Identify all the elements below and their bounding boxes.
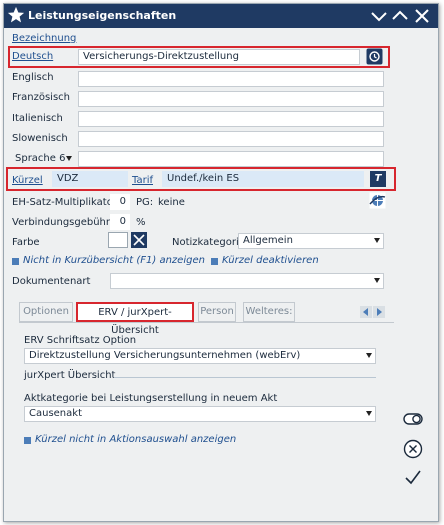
pg-label: PG: [136,197,154,208]
notiz-select[interactable]: Allgemein [238,233,384,249]
akt-label: Aktkategorie bei Leistungserstellung in … [24,393,278,404]
jurxpert-label: jurXpert Übersicht [24,370,116,381]
erv-option-select[interactable]: Direktzustellung Versicherungsunternehme… [24,348,376,364]
kuerzel-input[interactable]: VDZ [52,171,128,187]
tarif-button[interactable]: T [370,171,386,187]
akt-select[interactable]: Causenakt [24,406,376,422]
tarif-label: Tarif [132,175,153,186]
aktion-label[interactable]: Kürzel nicht in Aktionsauswahl anzeigen [35,434,236,445]
notiz-label: Notizkategorie [172,237,245,248]
close-icon[interactable] [413,7,431,25]
chevron-down-icon [374,278,380,283]
slowenisch-label: Slowenisch [12,133,68,144]
englisch-label: Englisch [12,72,54,83]
farbe-label: Farbe [12,237,40,248]
kurzuebersicht-checkbox[interactable] [12,258,19,265]
tab-person[interactable]: Person [198,302,236,322]
percent-label: % [136,217,146,228]
chevron-down-icon [366,353,372,358]
tab-erv-jurxpert[interactable]: ERV / jurXpert-Übersicht [76,302,194,336]
notiz-value: Allgemein [243,235,293,246]
star-icon [7,6,25,23]
eh-satz-input[interactable]: 0 [110,194,130,210]
clear-color-icon[interactable] [131,232,147,248]
cancel-icon[interactable] [403,439,423,459]
tarif-input[interactable]: Undef./kein ES [162,171,364,187]
englisch-input[interactable] [78,71,384,87]
sprache6-label: Sprache 6 [15,153,66,164]
deaktivieren-checkbox[interactable] [211,258,218,265]
tab-welteres[interactable]: Welteres: [243,302,295,322]
translate-icon[interactable] [366,48,383,65]
eh-satz-label: EH-Satz-Multiplikator [12,197,117,208]
deutsch-input[interactable]: Versicherungs-Direktzustellung [78,49,360,65]
kuerzel-label: Kürzel [12,175,43,186]
deutsch-label: Deutsch [12,51,54,62]
chevron-down-icon [374,238,380,243]
dialog-window: Leistungseigenschaften Bezeichnung Deuts… [3,3,439,522]
sprache6-select[interactable]: Sprache 6 [10,151,76,167]
chevron-left-icon[interactable] [360,306,372,318]
tab-optionen[interactable]: Optionen [19,302,73,322]
deaktivieren-label[interactable]: Kürzel deaktivieren [222,255,319,266]
chevron-down-icon [66,156,72,161]
verbindung-label: Verbindungsgebühr [12,217,111,228]
aktion-checkbox[interactable] [24,437,31,444]
verbindung-input[interactable]: 0 [110,214,130,230]
window-title: Leistungseigenschaften [28,9,177,22]
kurzuebersicht-label[interactable]: Nicht in Kurzübersicht (F1) anzeigen [23,255,205,266]
italienisch-label: Italienisch [12,113,63,124]
franzoesisch-label: Französisch [12,92,71,103]
chevron-down-icon[interactable] [370,7,388,25]
pg-value: keine [158,197,185,208]
dokumentenart-select[interactable] [110,273,384,289]
sprache6-input[interactable] [78,151,384,167]
chevron-down-icon [366,411,372,416]
globe-icon[interactable] [369,192,386,209]
dokumentenart-label: Dokumentenart [12,276,91,287]
title-bar: Leistungseigenschaften [4,4,438,28]
chevron-right-icon[interactable] [373,306,385,318]
bezeichnung-link[interactable]: Bezeichnung [12,33,76,44]
check-icon[interactable] [403,467,423,487]
toggle-icon[interactable] [403,409,423,429]
chevron-up-icon[interactable] [391,7,409,25]
erv-option-label: ERV Schriftsatz Option [24,335,137,346]
franzoesisch-input[interactable] [78,91,384,107]
slowenisch-input[interactable] [78,131,384,147]
color-swatch[interactable] [108,232,128,248]
akt-value: Causenakt [29,408,82,419]
erv-option-value: Direktzustellung Versicherungsunternehme… [29,350,301,361]
italienisch-input[interactable] [78,111,384,127]
erv-tab-panel: ERV Schriftsatz Option Direktzustellung … [19,322,394,493]
divider [114,377,376,378]
